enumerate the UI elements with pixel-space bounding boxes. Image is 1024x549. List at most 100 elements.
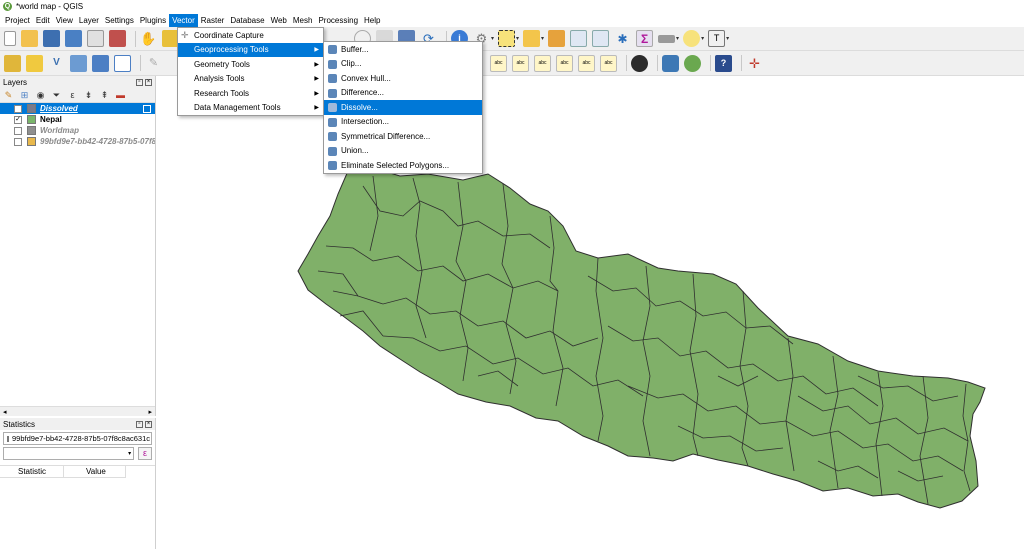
submenu-arrow-icon: ▶	[314, 76, 319, 83]
statistics-panel: Statistics ▫ × 99bfd9e7-bb42-4728-87b5-0…	[0, 418, 156, 549]
eye-icon[interactable]: ◉	[35, 90, 46, 101]
node-tool-icon[interactable]	[114, 54, 131, 72]
float-panel-icon[interactable]: ▫	[136, 420, 143, 428]
label-move-icon[interactable]: abc	[556, 54, 573, 72]
globe-icon[interactable]	[631, 54, 648, 72]
menu-vector[interactable]: Vector	[169, 13, 198, 27]
menu-item-dissolve[interactable]: Dissolve...	[324, 100, 482, 115]
difference-icon	[328, 88, 337, 98]
expression-button[interactable]: ε	[138, 447, 152, 460]
sum-icon[interactable]: Σ	[636, 30, 654, 47]
remove-layer-icon[interactable]: ▬	[115, 90, 126, 100]
menu-project[interactable]: Project	[2, 14, 33, 27]
filter-expression-icon[interactable]: ε	[67, 90, 78, 100]
open-project-icon[interactable]	[21, 30, 38, 47]
measure-icon[interactable]	[658, 34, 676, 43]
menu-help[interactable]: Help	[361, 14, 383, 27]
menu-plugins[interactable]: Plugins	[137, 14, 169, 27]
expand-icon[interactable]: ⇟	[83, 90, 94, 101]
annotation-icon[interactable]	[683, 30, 701, 47]
layer-visibility-checkbox[interactable]	[14, 137, 22, 146]
label-pin-icon[interactable]: abc	[512, 54, 529, 72]
menu-item-buffer[interactable]: Buffer...	[324, 42, 482, 57]
menu-item-geometry-tools[interactable]: Geometry Tools ▶	[178, 57, 323, 72]
current-edits-icon[interactable]	[4, 54, 21, 72]
print-layout-icon[interactable]	[87, 30, 104, 47]
layer-color-swatch	[27, 115, 36, 124]
menu-item-analysis-tools[interactable]: Analysis Tools ▶	[178, 72, 323, 87]
menu-item-convex-hull[interactable]: Convex Hull...	[324, 71, 482, 86]
float-panel-icon[interactable]: ▫	[136, 78, 143, 86]
new-project-icon[interactable]	[4, 31, 16, 46]
qgis-logo-icon: Q	[3, 2, 12, 11]
nepal-map	[297, 167, 986, 509]
add-feature-icon[interactable]	[70, 54, 87, 72]
layer-actions-icon[interactable]	[143, 104, 151, 113]
style-icon[interactable]: ✎	[3, 90, 14, 101]
filter-icon[interactable]: ⏷	[51, 90, 62, 101]
pencil-icon[interactable]: ✎	[145, 55, 162, 72]
processing-gear-icon[interactable]: ✱	[614, 30, 631, 47]
menu-item-data-management-tools[interactable]: Data Management Tools ▶	[178, 101, 323, 116]
menu-item-geoprocessing-tools[interactable]: Geoprocessing Tools ▶	[178, 42, 323, 57]
layer-row-worldmap[interactable]: Worldmap	[0, 125, 155, 136]
statistics-field-select[interactable]: ▾	[3, 447, 135, 460]
text-annotation-icon[interactable]: T	[708, 30, 726, 47]
menu-settings[interactable]: Settings	[102, 14, 137, 27]
menu-item-coordinate-capture[interactable]: ✛ Coordinate Capture	[178, 28, 323, 43]
plugin-icon[interactable]	[684, 54, 701, 72]
select-features-icon[interactable]	[498, 30, 516, 47]
python-icon[interactable]	[662, 54, 679, 72]
map-canvas[interactable]	[158, 76, 1024, 549]
column-header-statistic[interactable]: Statistic	[0, 466, 64, 478]
digitize-icon[interactable]: V	[48, 55, 65, 72]
layer-row-dissolved[interactable]: Dissolved	[0, 103, 155, 114]
statistics-table-icon[interactable]	[592, 30, 610, 47]
menu-item-symmetrical-difference[interactable]: Symmetrical Difference...	[324, 129, 482, 144]
layer-row-nepal[interactable]: ✓ Nepal	[0, 114, 155, 125]
scroll-left-icon[interactable]: ◂	[3, 408, 7, 416]
save-project-icon[interactable]	[43, 30, 60, 47]
menu-item-union[interactable]: Union...	[324, 144, 482, 159]
collapse-icon[interactable]: ⇞	[99, 90, 110, 101]
menu-item-research-tools[interactable]: Research Tools ▶	[178, 86, 323, 101]
menu-layer[interactable]: Layer	[76, 14, 102, 27]
add-group-icon[interactable]: ⊞	[19, 90, 30, 101]
crosshair-icon[interactable]: ✛	[746, 55, 763, 72]
menu-database[interactable]: Database	[227, 14, 267, 27]
layer-visibility-checkbox[interactable]	[14, 104, 22, 113]
column-header-value[interactable]: Value	[64, 466, 126, 478]
menu-view[interactable]: View	[53, 14, 76, 27]
layer-visibility-checkbox[interactable]: ✓	[14, 115, 22, 124]
menu-edit[interactable]: Edit	[33, 14, 53, 27]
table-icon[interactable]	[570, 30, 588, 47]
label-show-icon[interactable]: abc	[534, 54, 551, 72]
menu-raster[interactable]: Raster	[198, 14, 228, 27]
menu-web[interactable]: Web	[268, 14, 290, 27]
save-as-icon[interactable]	[65, 30, 82, 47]
vertex-tool-icon[interactable]	[92, 54, 109, 72]
label-layer-icon[interactable]: abc	[490, 54, 507, 72]
statistics-layer-select[interactable]: 99bfd9e7-bb42-4728-87b5-07f8c8ac631c ▾	[3, 432, 152, 445]
field-calculator-icon[interactable]	[548, 30, 566, 47]
menu-item-difference[interactable]: Difference...	[324, 86, 482, 101]
scroll-right-icon[interactable]: ▸	[148, 408, 152, 416]
close-panel-icon[interactable]: ×	[145, 78, 152, 86]
menu-processing[interactable]: Processing	[315, 14, 361, 27]
pan-icon[interactable]: ✋	[140, 30, 157, 47]
style-manager-icon[interactable]	[109, 30, 126, 47]
attribute-table-icon[interactable]	[523, 30, 541, 47]
help-icon[interactable]: ?	[715, 54, 732, 72]
label-change-icon[interactable]: abc	[600, 54, 617, 72]
close-panel-icon[interactable]: ×	[145, 420, 152, 428]
menu-mesh[interactable]: Mesh	[290, 14, 316, 27]
label-rotate-icon[interactable]: abc	[578, 54, 595, 72]
layers-horizontal-scrollbar[interactable]: ◂ ▸	[0, 406, 155, 416]
menu-item-eliminate-selected-polygons[interactable]: Eliminate Selected Polygons...	[324, 158, 482, 173]
buffer-icon	[328, 45, 337, 54]
menu-item-clip[interactable]: Clip...	[324, 57, 482, 72]
layer-visibility-checkbox[interactable]	[14, 126, 22, 135]
layer-row-uuid[interactable]: 99bfd9e7-bb42-4728-87b5-07f8...	[0, 136, 155, 147]
menu-item-intersection[interactable]: Intersection...	[324, 115, 482, 130]
toggle-editing-icon[interactable]	[26, 54, 43, 72]
